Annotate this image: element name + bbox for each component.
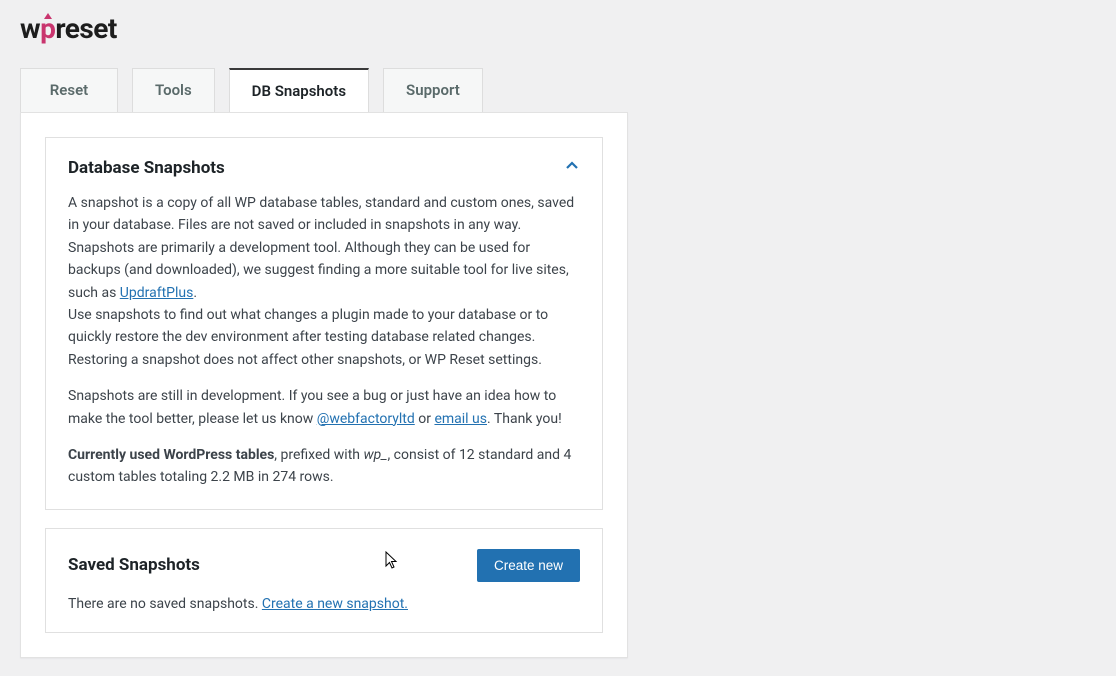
tab-bar: Reset Tools DB Snapshots Support bbox=[20, 67, 1096, 112]
link-updraftplus[interactable]: UpdraftPlus bbox=[120, 285, 194, 301]
panel-title-saved: Saved Snapshots bbox=[68, 555, 200, 575]
link-create-snapshot[interactable]: Create a new snapshot. bbox=[262, 596, 408, 612]
tab-db-snapshots[interactable]: DB Snapshots bbox=[229, 68, 369, 112]
tab-reset[interactable]: Reset bbox=[20, 68, 118, 112]
db-desc-p3: Use snapshots to find out what changes a… bbox=[68, 307, 548, 345]
app-logo: wpreset bbox=[20, 12, 1096, 45]
db-desc-p5b: or bbox=[415, 411, 435, 427]
db-desc-p1: A snapshot is a copy of all WP database … bbox=[68, 195, 574, 233]
logo-part2: reset bbox=[55, 12, 117, 45]
create-new-button[interactable]: Create new bbox=[477, 549, 580, 582]
saved-snapshots-panel: Saved Snapshots Create new There are no … bbox=[45, 528, 603, 633]
db-snapshots-panel: Database Snapshots A snapshot is a copy … bbox=[45, 137, 603, 510]
logo-accent: p bbox=[40, 12, 55, 45]
logo-part1: w bbox=[20, 12, 40, 45]
collapse-icon[interactable] bbox=[564, 158, 580, 178]
tab-support[interactable]: Support bbox=[383, 68, 483, 112]
db-desc-p6a: , prefixed with bbox=[274, 447, 363, 463]
db-prefix: wp_ bbox=[363, 447, 387, 463]
db-desc-p4: Restoring a snapshot does not affect oth… bbox=[68, 352, 542, 368]
panel-title-db: Database Snapshots bbox=[68, 158, 225, 178]
db-tables-strong: Currently used WordPress tables bbox=[68, 447, 274, 463]
empty-state-text: There are no saved snapshots. bbox=[68, 596, 262, 612]
db-desc-p2b: . bbox=[193, 285, 197, 301]
content-area: Database Snapshots A snapshot is a copy … bbox=[20, 112, 628, 658]
db-desc-p5c: . Thank you! bbox=[487, 411, 562, 427]
link-webfactory[interactable]: @webfactoryltd bbox=[317, 411, 415, 427]
tab-tools[interactable]: Tools bbox=[132, 68, 215, 112]
link-email[interactable]: email us bbox=[434, 411, 487, 427]
